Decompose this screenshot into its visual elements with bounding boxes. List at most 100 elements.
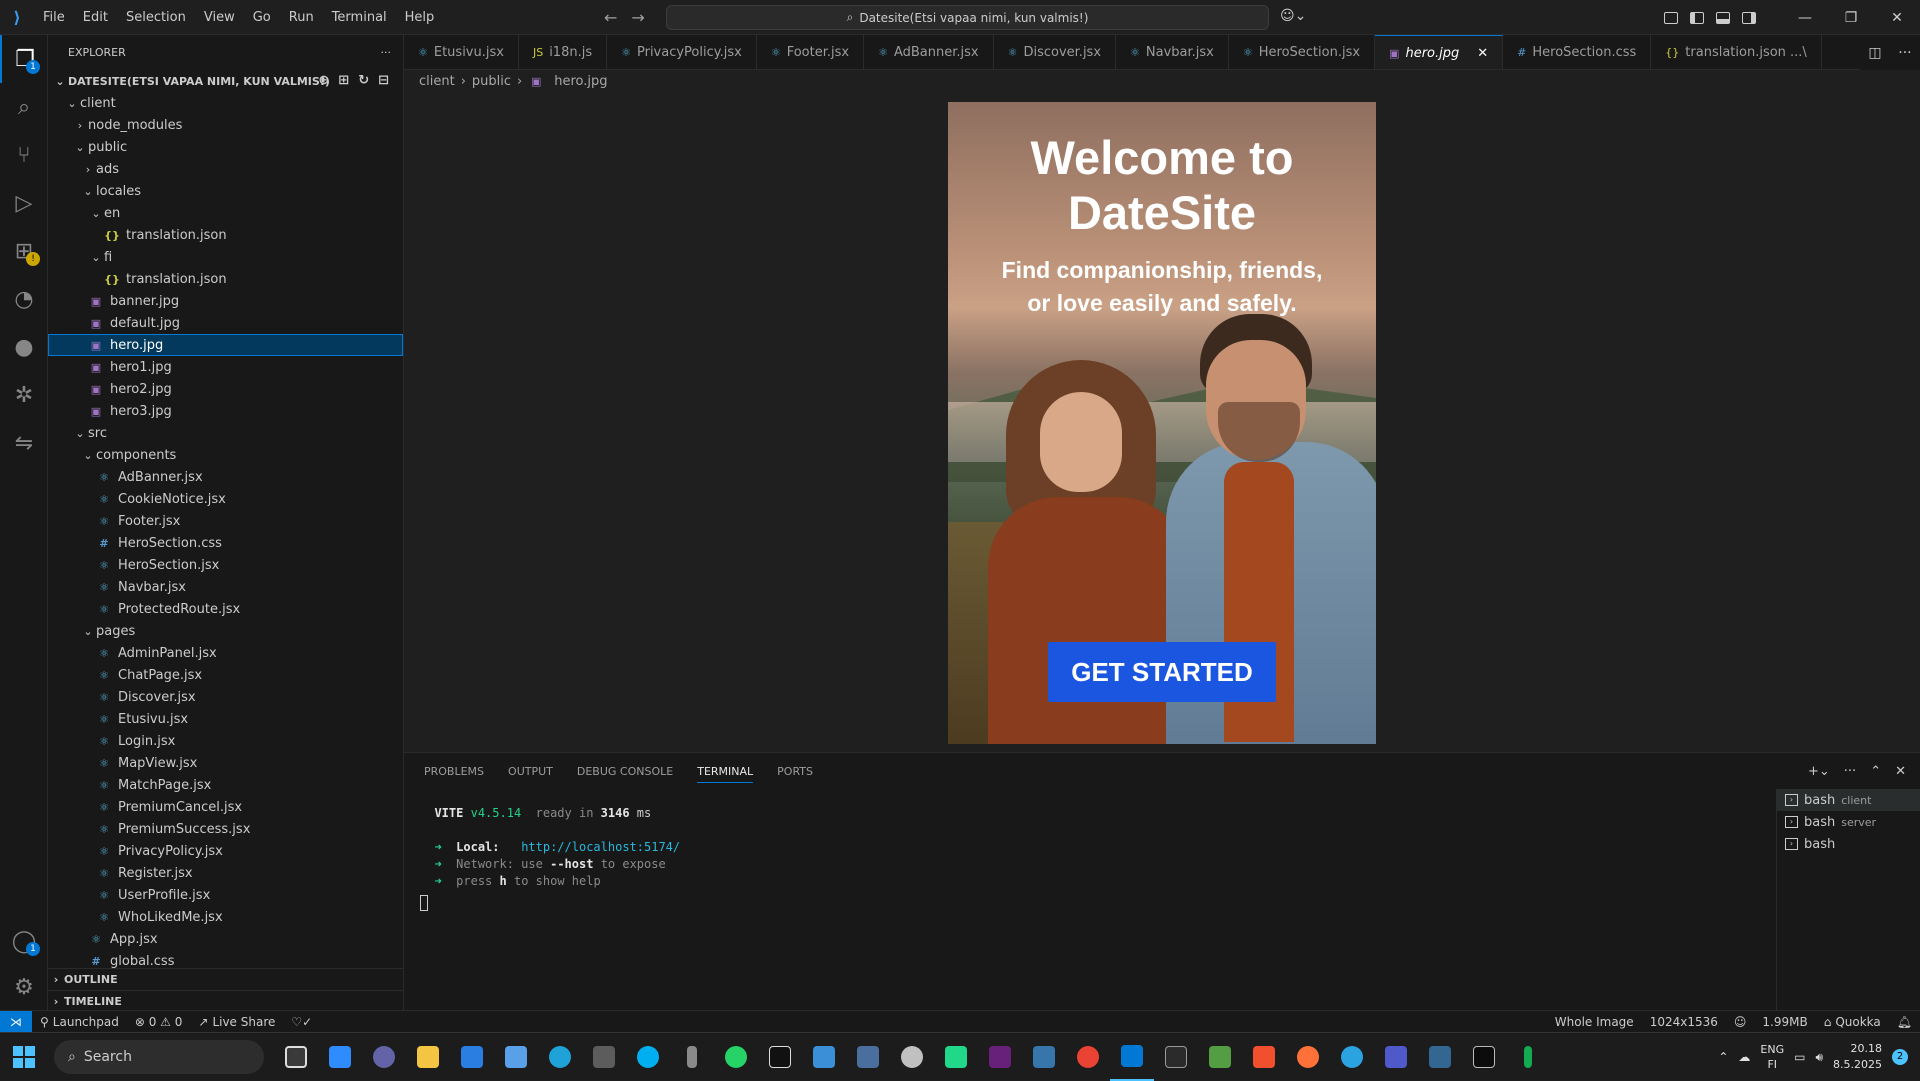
editor-tab[interactable]: JS i18n.js: [518, 35, 608, 69]
network-icon[interactable]: ▭: [1794, 1050, 1805, 1064]
menu-terminal[interactable]: Terminal: [323, 0, 396, 35]
tree-item[interactable]: ▣ hero2.jpg: [48, 378, 403, 400]
start-button[interactable]: [0, 1033, 48, 1081]
back-arrow-icon[interactable]: ←: [604, 8, 617, 27]
tree-item[interactable]: ⚛ HeroSection.jsx: [48, 554, 403, 576]
tree-item[interactable]: ▣ default.jpg: [48, 312, 403, 334]
tree-item[interactable]: {} translation.json: [48, 224, 403, 246]
python-icon[interactable]: [1022, 1033, 1066, 1081]
tree-item[interactable]: ⚛ MatchPage.jsx: [48, 774, 403, 796]
tree-item[interactable]: ⚛ Navbar.jsx: [48, 576, 403, 598]
editor-tab[interactable]: ▣ hero.jpg ✕: [1375, 35, 1504, 69]
teams-chat-icon[interactable]: [362, 1033, 406, 1081]
workspace-root[interactable]: ⌄ DATESITE(ETSI VAPAA NIMI, KUN VALMIS!)…: [48, 70, 403, 92]
account-icon[interactable]: ◯ 1: [0, 917, 48, 965]
launchpad-item[interactable]: ⚲ Launchpad: [32, 1015, 127, 1029]
search-icon[interactable]: ⌕: [0, 83, 48, 131]
local-url-link[interactable]: http://localhost:5174/: [521, 840, 680, 854]
tree-item[interactable]: ▣ hero1.jpg: [48, 356, 403, 378]
tree-item[interactable]: ⌄ components: [48, 444, 403, 466]
breadcrumb-file[interactable]: hero.jpg: [554, 74, 607, 89]
tree-item[interactable]: ⌄ pages: [48, 620, 403, 642]
git-icon[interactable]: [1242, 1033, 1286, 1081]
notifications-bell-icon[interactable]: 🔔︎: [1889, 1015, 1920, 1029]
menu-view[interactable]: View: [195, 0, 244, 35]
remote-explorer-icon[interactable]: ⇋: [0, 419, 48, 467]
editor-tab[interactable]: ⚛ PrivacyPolicy.jsx: [607, 35, 757, 69]
photos-icon[interactable]: [846, 1033, 890, 1081]
live-icon[interactable]: [758, 1033, 802, 1081]
editor-tab[interactable]: ⚛ Discover.jsx: [993, 35, 1117, 69]
command-center[interactable]: ⌕ Datesite(Etsi vapaa nimi, kun valmis!): [666, 5, 1269, 30]
clock[interactable]: 20.18 8.5.2025: [1833, 1041, 1882, 1073]
more-actions-icon[interactable]: ···: [1898, 45, 1911, 61]
more-actions-icon[interactable]: ···: [381, 46, 392, 59]
forward-arrow-icon[interactable]: →: [631, 8, 644, 27]
remote-indicator-icon[interactable]: ⋊: [0, 1010, 32, 1033]
tree-item[interactable]: ⌄ public: [48, 136, 403, 158]
maximize-panel-icon[interactable]: ⌃: [1870, 764, 1881, 779]
editor-tab[interactable]: ⚛ Navbar.jsx: [1116, 35, 1229, 69]
github-icon[interactable]: ●: [0, 323, 48, 371]
problems-item[interactable]: ⊗ 0 ⚠ 0: [127, 1015, 191, 1029]
tree-item[interactable]: ⚛ AdminPanel.jsx: [48, 642, 403, 664]
whatsapp-icon[interactable]: [714, 1033, 758, 1081]
task-view-icon[interactable]: [274, 1033, 318, 1081]
new-file-icon[interactable]: ⊕: [318, 73, 329, 88]
tree-item[interactable]: # HeroSection.css: [48, 532, 403, 554]
tab-problems[interactable]: PROBLEMS: [424, 765, 484, 778]
new-terminal-icon[interactable]: +⌄: [1808, 764, 1830, 779]
toggle-primary-sidebar-icon[interactable]: [1684, 0, 1710, 35]
tree-item[interactable]: ⚛ App.jsx: [48, 928, 403, 950]
postgres-icon[interactable]: [1418, 1033, 1462, 1081]
store-icon[interactable]: [450, 1033, 494, 1081]
tree-item[interactable]: ⚛ Login.jsx: [48, 730, 403, 752]
chevron-up-icon[interactable]: ⌃: [1718, 1050, 1728, 1064]
breadcrumb-public[interactable]: public: [472, 74, 511, 89]
tree-item[interactable]: › ads: [48, 158, 403, 180]
tree-item[interactable]: ⌄ locales: [48, 180, 403, 202]
firefox-icon[interactable]: [1286, 1033, 1330, 1081]
menu-selection[interactable]: Selection: [117, 0, 195, 35]
menu-help[interactable]: Help: [396, 0, 444, 35]
editor-tab[interactable]: # HeroSection.css: [1503, 35, 1652, 69]
tree-item[interactable]: › node_modules: [48, 114, 403, 136]
collapse-all-icon[interactable]: ⊟: [378, 73, 389, 88]
new-folder-icon[interactable]: ⊞: [338, 73, 349, 88]
tree-item[interactable]: ⚛ CookieNotice.jsx: [48, 488, 403, 510]
terminal-item-server[interactable]: › bash server: [1777, 811, 1920, 833]
tree-item[interactable]: ⌄ client: [48, 92, 403, 114]
tree-item[interactable]: ⚛ Footer.jsx: [48, 510, 403, 532]
toggle-panel-icon[interactable]: [1710, 0, 1736, 35]
menu-file[interactable]: File: [34, 0, 74, 35]
tab-ports[interactable]: PORTS: [777, 765, 813, 778]
editor-tab[interactable]: ⚛ Etusivu.jsx: [404, 35, 519, 69]
close-window-button[interactable]: ✕: [1874, 0, 1920, 35]
menu-go[interactable]: Go: [244, 0, 280, 35]
more-actions-icon[interactable]: ···: [1844, 764, 1856, 779]
tree-item[interactable]: ⚛ MapView.jsx: [48, 752, 403, 774]
tree-item[interactable]: ⌄ en: [48, 202, 403, 224]
kubernetes-icon[interactable]: ✲: [0, 371, 48, 419]
close-icon[interactable]: ✕: [1477, 46, 1488, 61]
file-explorer-icon[interactable]: [406, 1033, 450, 1081]
settings-gear-icon[interactable]: ⚙: [0, 963, 48, 1011]
notification-badge[interactable]: 2: [1892, 1049, 1908, 1065]
close-panel-icon[interactable]: ✕: [1895, 764, 1906, 779]
copilot-status-icon[interactable]: ♡✓: [283, 1015, 320, 1029]
tree-item[interactable]: ⚛ ProtectedRoute.jsx: [48, 598, 403, 620]
tab-output[interactable]: OUTPUT: [508, 765, 553, 778]
tree-item[interactable]: ⚛ PrivacyPolicy.jsx: [48, 840, 403, 862]
edge-icon[interactable]: [538, 1033, 582, 1081]
timeline-section[interactable]: › TIMELINE: [48, 990, 404, 1012]
terminal-item-bash[interactable]: › bash: [1777, 833, 1920, 855]
mongodb-icon[interactable]: [1506, 1033, 1550, 1081]
volume-icon[interactable]: 🔊︎: [1815, 1050, 1823, 1065]
tree-item[interactable]: ⚛ UserProfile.jsx: [48, 884, 403, 906]
tree-item[interactable]: ▣ hero.jpg: [48, 334, 403, 356]
tab-debug-console[interactable]: DEBUG CONSOLE: [577, 765, 673, 778]
tree-item[interactable]: ⚛ Discover.jsx: [48, 686, 403, 708]
tree-item[interactable]: {} translation.json: [48, 268, 403, 290]
mail-icon[interactable]: [802, 1033, 846, 1081]
editor-tab[interactable]: ⚛ Footer.jsx: [756, 35, 865, 69]
